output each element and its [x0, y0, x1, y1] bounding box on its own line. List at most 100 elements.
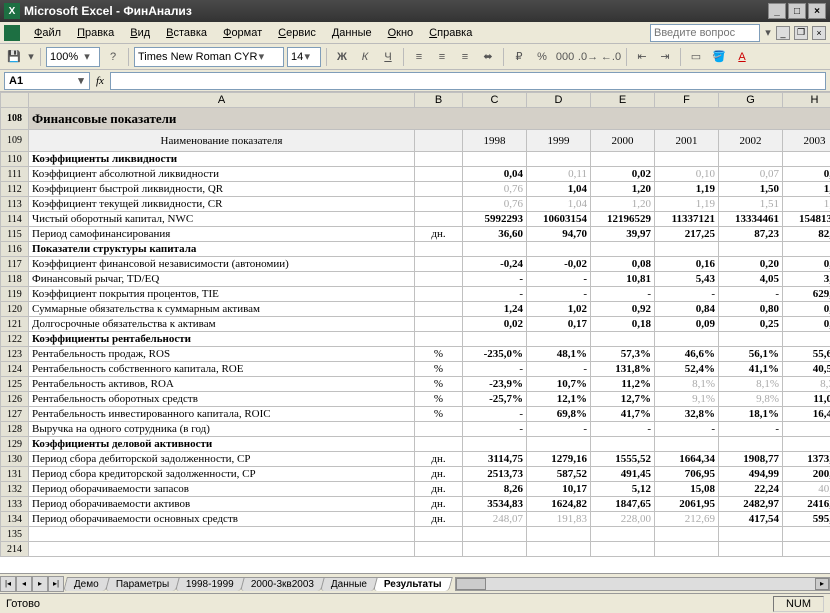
align-right-button[interactable]: ≡ [455, 47, 475, 67]
menu-правка[interactable]: Правка [69, 25, 122, 41]
menu-вид[interactable]: Вид [122, 25, 158, 41]
menu-справка[interactable]: Справка [421, 25, 480, 41]
cell[interactable]: - [527, 287, 591, 302]
cell[interactable] [415, 437, 463, 452]
cell[interactable]: 706,95 [655, 467, 719, 482]
cell[interactable]: 0,11 [527, 167, 591, 182]
cell[interactable]: 1,24 [463, 302, 527, 317]
cell[interactable]: - [655, 287, 719, 302]
cell[interactable]: 1998 [463, 130, 527, 152]
cell[interactable]: 12196529 [591, 212, 655, 227]
row-header[interactable]: 124 [1, 362, 29, 377]
cell[interactable]: 417,54 [719, 512, 783, 527]
cell[interactable]: - [463, 407, 527, 422]
cell[interactable]: 0,84 [655, 302, 719, 317]
cell[interactable]: 48,1% [527, 347, 591, 362]
cell[interactable]: 8,1% [655, 377, 719, 392]
cell[interactable] [655, 542, 719, 557]
cell[interactable]: 1,19 [655, 182, 719, 197]
row-header[interactable]: 126 [1, 392, 29, 407]
merge-button[interactable]: ⬌ [478, 47, 498, 67]
cell[interactable] [783, 332, 830, 347]
cell[interactable] [783, 527, 830, 542]
cell[interactable]: -235,0% [463, 347, 527, 362]
cell[interactable]: 11,0% [783, 392, 830, 407]
close-button[interactable]: × [808, 3, 826, 19]
cell[interactable]: 595,81 [783, 512, 830, 527]
cell[interactable]: 0,20 [719, 257, 783, 272]
cell[interactable]: 8,26 [463, 482, 527, 497]
cell[interactable]: -25,7% [463, 392, 527, 407]
cell[interactable] [29, 527, 415, 542]
font-name-combo[interactable]: Times New Roman CYR▾ [134, 47, 284, 67]
cell[interactable] [655, 332, 719, 347]
cell[interactable]: Период оборачиваемости активов [29, 497, 415, 512]
cell[interactable]: 0,18 [591, 317, 655, 332]
cell[interactable] [415, 212, 463, 227]
cell[interactable]: - [591, 422, 655, 437]
cell[interactable]: 0,20 [783, 257, 830, 272]
cell[interactable] [415, 242, 463, 257]
row-header[interactable]: 128 [1, 422, 29, 437]
cell[interactable]: 0,16 [655, 257, 719, 272]
cell[interactable]: 1,19 [655, 197, 719, 212]
fill-color-button[interactable]: 🪣 [709, 47, 729, 67]
cell[interactable]: 587,52 [527, 467, 591, 482]
font-color-button[interactable]: A [732, 47, 752, 67]
cell[interactable]: 57,3% [591, 347, 655, 362]
row-header[interactable]: 133 [1, 497, 29, 512]
cell[interactable] [591, 242, 655, 257]
cell[interactable]: - [655, 422, 719, 437]
cell[interactable]: 8,1% [719, 377, 783, 392]
cell[interactable]: Финансовый рычаг, TD/EQ [29, 272, 415, 287]
cell[interactable] [655, 152, 719, 167]
cell[interactable]: 10603154 [527, 212, 591, 227]
row-header[interactable]: 108 [1, 108, 29, 130]
cell[interactable] [655, 437, 719, 452]
help-button[interactable]: ? [103, 47, 123, 67]
section-title[interactable]: Финансовые показатели [29, 108, 830, 130]
cell[interactable]: 217,25 [655, 227, 719, 242]
cell[interactable]: - [463, 362, 527, 377]
cell[interactable]: 228,00 [591, 512, 655, 527]
cell[interactable] [783, 152, 830, 167]
cell[interactable] [591, 542, 655, 557]
cell[interactable]: 11337121 [655, 212, 719, 227]
cell[interactable]: Рентабельность продаж, ROS [29, 347, 415, 362]
cell[interactable]: 3114,75 [463, 452, 527, 467]
cell[interactable] [415, 422, 463, 437]
row-header[interactable]: 116 [1, 242, 29, 257]
cell[interactable]: -0,02 [527, 257, 591, 272]
cell[interactable]: 0,02 [591, 167, 655, 182]
help-question-input[interactable] [650, 24, 760, 42]
menu-окно[interactable]: Окно [380, 25, 422, 41]
cell[interactable]: 1,20 [591, 182, 655, 197]
row-header[interactable]: 115 [1, 227, 29, 242]
cell[interactable] [415, 167, 463, 182]
cell[interactable] [719, 332, 783, 347]
row-header[interactable]: 129 [1, 437, 29, 452]
cell[interactable]: 87,23 [719, 227, 783, 242]
sheet-tab-0[interactable]: Демо [63, 577, 110, 591]
cell[interactable]: 2001 [655, 130, 719, 152]
cell[interactable] [463, 542, 527, 557]
cell[interactable]: 629,10 [783, 287, 830, 302]
cell[interactable]: % [415, 347, 463, 362]
percent-button[interactable]: % [532, 47, 552, 67]
cell[interactable]: Наименование показателя [29, 130, 415, 152]
cell[interactable]: 0,80 [719, 302, 783, 317]
cell[interactable] [655, 527, 719, 542]
cell[interactable]: 0,34 [783, 167, 830, 182]
cell[interactable]: Коэффициент текущей ликвидности, СR [29, 197, 415, 212]
dropdown-icon[interactable]: ▾ [27, 50, 35, 63]
cell[interactable]: 39,97 [591, 227, 655, 242]
cell[interactable]: - [783, 422, 830, 437]
cell[interactable]: 12,1% [527, 392, 591, 407]
fx-icon[interactable]: fx [96, 75, 104, 87]
cell[interactable]: Коэффициенты деловой активности [29, 437, 415, 452]
cell[interactable]: 0,07 [719, 167, 783, 182]
cell[interactable]: Суммарные обязательства к суммарным акти… [29, 302, 415, 317]
horizontal-scrollbar[interactable]: ▸ [455, 577, 830, 591]
bold-button[interactable]: Ж [332, 47, 352, 67]
cell[interactable]: 40,5% [783, 362, 830, 377]
